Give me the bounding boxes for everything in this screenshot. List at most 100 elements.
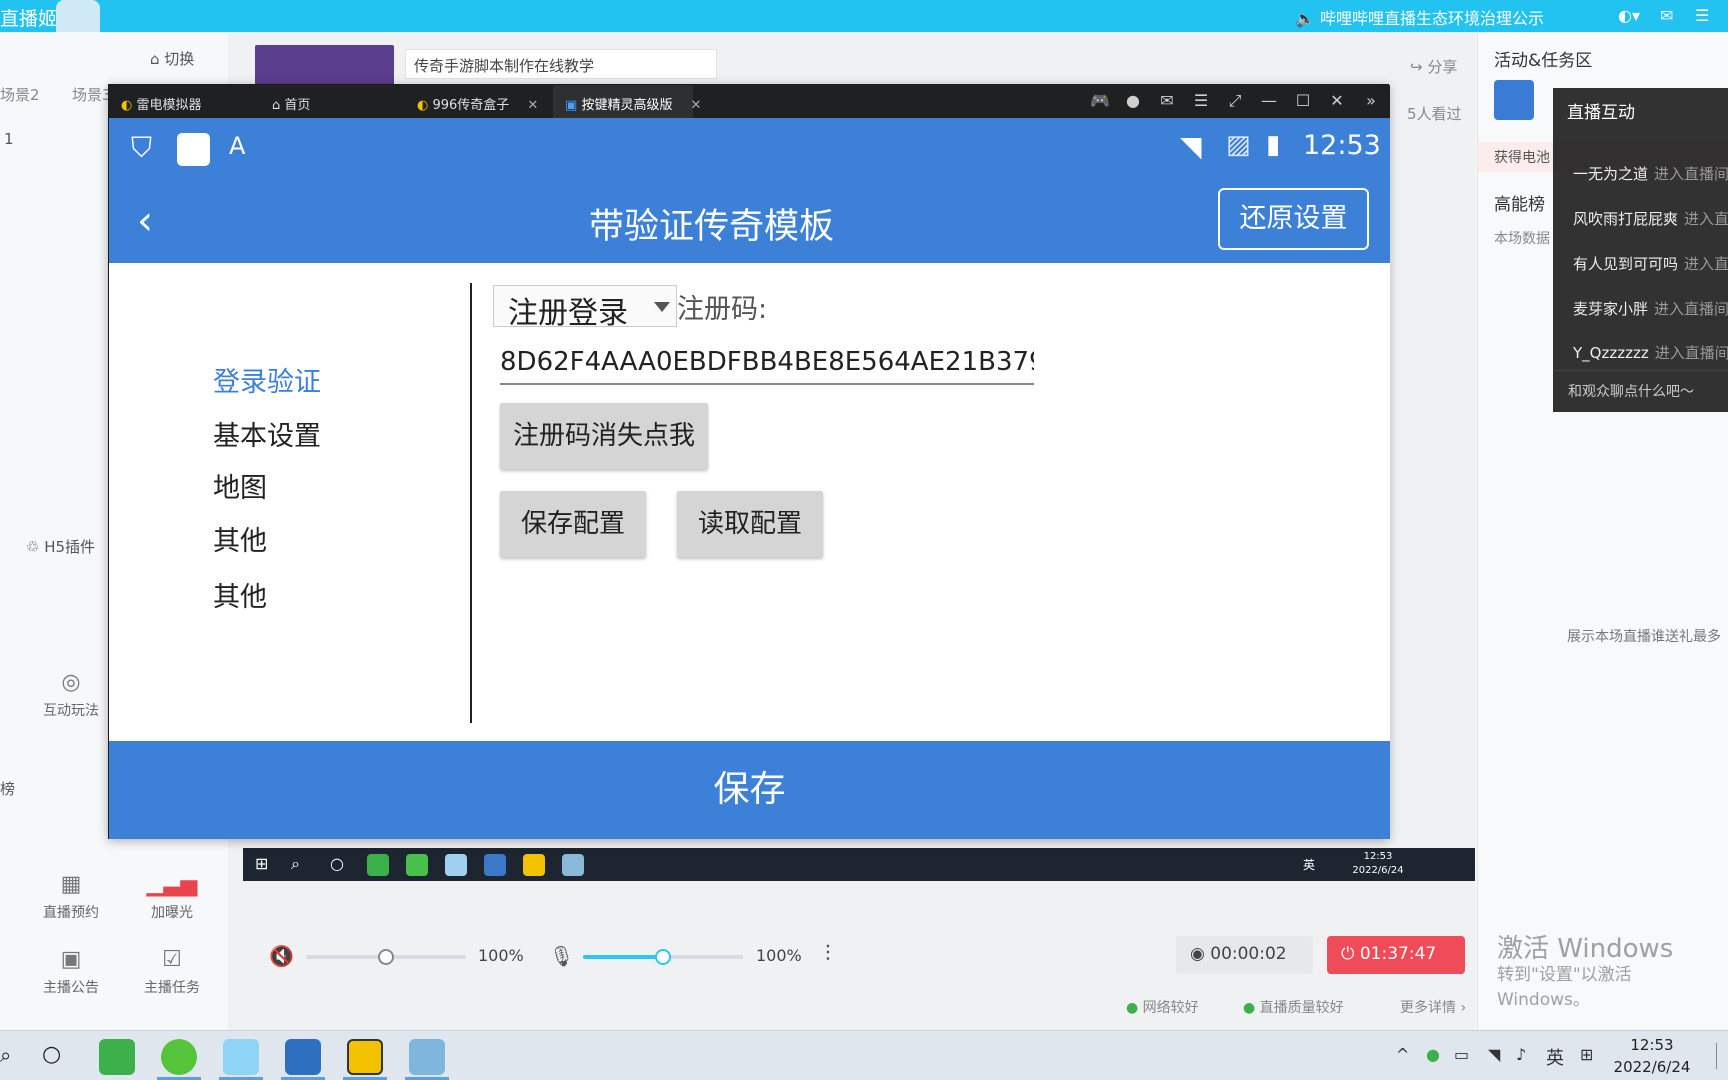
status-time: 12:53 <box>1303 130 1381 161</box>
show-desktop-button[interactable] <box>1716 1043 1728 1069</box>
captured-taskbar: ⊞ ⌕ ○ 英 12:53 2022/6/24 <box>243 848 1475 881</box>
menu-other-1[interactable]: 其他 <box>213 519 267 558</box>
mic-slider-knob[interactable] <box>655 949 671 965</box>
tray-speaker-icon[interactable]: ♪ <box>1516 1045 1526 1064</box>
mail-icon[interactable]: ✉ <box>1155 91 1179 110</box>
resize-icon[interactable]: ⤢ <box>1223 91 1247 111</box>
avatar-icon[interactable]: ◐▾ <box>1618 6 1640 25</box>
stop-live-button[interactable]: ⏻ 01:37:47 <box>1327 936 1465 974</box>
tray-battery-icon[interactable]: ▭ <box>1454 1045 1469 1064</box>
gift-hint: 展示本场直播谁送礼最多 <box>1567 629 1721 645</box>
mixer-icon[interactable]: ⫶ <box>825 942 831 967</box>
reg-code-vanish-button[interactable]: 注册码消失点我 <box>500 403 708 469</box>
network-status: ● 网络较好 <box>1126 1000 1199 1016</box>
chat-line: 一无为之道 进入直播间 <box>1573 165 1728 183</box>
search-icon[interactable]: ⌕ <box>0 1043 11 1067</box>
ime-mode-icon[interactable]: ⊞ <box>1580 1045 1593 1064</box>
tasks-button[interactable]: ☑ 主播任务 <box>132 947 212 997</box>
windows-taskbar: ⌕ ○ ^ ● ▭ ◥ ♪ 英 ⊞ 12:53 2022/6/24 <box>0 1030 1728 1080</box>
mascot-icon <box>56 0 100 32</box>
tab-emulator[interactable]: ◐ 雷电模拟器 <box>109 85 244 118</box>
bar-chart-icon: ▁▃▅ <box>146 872 198 897</box>
side-stub-label: 榜 <box>0 780 16 798</box>
chat-input[interactable]: 和观众聊点什么吧～ <box>1553 370 1728 412</box>
menu-map[interactable]: 地图 <box>213 466 267 505</box>
maximize-icon[interactable]: ☐ <box>1291 91 1315 110</box>
box-icon: ◐ <box>417 98 429 113</box>
close-icon[interactable]: ✕ <box>527 98 538 113</box>
volume-slider-knob[interactable] <box>378 949 394 965</box>
browser-icon <box>406 854 428 876</box>
volume-slider[interactable] <box>306 949 466 965</box>
tray-wifi-icon[interactable]: ◥ <box>1488 1045 1500 1064</box>
h5-plugin-button[interactable]: ♲ H5插件 <box>26 536 95 557</box>
share-button[interactable]: ↪ 分享 <box>1410 56 1457 77</box>
tray-browser-icon[interactable]: ● <box>1426 1045 1440 1064</box>
cortana-icon[interactable]: ○ <box>42 1042 61 1067</box>
ldplayer-icon[interactable] <box>347 1039 383 1075</box>
close-window-icon[interactable]: ✕ <box>1325 91 1349 110</box>
record-timer-button[interactable]: ◉ 00:00:02 <box>1176 936 1313 974</box>
menu-other-2[interactable]: 其他 <box>213 575 267 614</box>
wechat-icon <box>367 854 389 876</box>
activity-title: 活动&任务区 <box>1494 51 1593 71</box>
gamepad-icon[interactable]: 🎮 <box>1088 91 1112 110</box>
save-config-button[interactable]: 保存配置 <box>500 491 646 557</box>
tab-996-box[interactable]: ◐ 996传奇盒子 ✕ <box>405 85 545 118</box>
wechat-icon[interactable] <box>99 1039 135 1075</box>
stream-title[interactable]: 传奇手游脚本制作在线教学 <box>405 49 717 79</box>
chat-panel: 直播互动 一无为之道进入直播间 风吹雨打屁屁爽进入直播间 有人见到可可吗进入直播… <box>1553 88 1728 412</box>
restore-settings-button[interactable]: 还原设置 <box>1218 188 1369 250</box>
boost-button[interactable]: ▁▃▅ 加曝光 <box>132 872 212 922</box>
menu-login-verify[interactable]: 登录验证 <box>213 360 321 399</box>
scene-tab-3[interactable]: 场景3 <box>72 84 112 105</box>
tray-expand-icon[interactable]: ^ <box>1396 1045 1409 1064</box>
menu-icon[interactable]: ☰ <box>1189 91 1213 110</box>
ime-indicator[interactable]: 英 <box>1546 1044 1564 1070</box>
switch-button[interactable]: ⌂ 切换 <box>150 48 194 69</box>
mic-icon[interactable]: 🎙 <box>549 944 574 968</box>
activity-badge-icon[interactable] <box>1494 80 1534 120</box>
battery-icon: ▮ <box>1266 130 1281 160</box>
speaker-muted-icon[interactable]: 🔇 <box>269 944 294 968</box>
minimize-icon[interactable]: — <box>1257 91 1281 110</box>
mail-icon[interactable]: ✉ <box>1660 6 1673 25</box>
load-config-button[interactable]: 读取配置 <box>677 491 823 557</box>
checklist-icon: ☑ <box>162 947 182 972</box>
menu-basic-settings[interactable]: 基本设置 <box>213 414 321 453</box>
save-button[interactable]: 保存 <box>109 741 1390 839</box>
session-data-label: 本场数据 <box>1494 231 1550 247</box>
remote-desktop-icon[interactable] <box>285 1039 321 1075</box>
shield-play-icon: ⛉ <box>131 131 153 164</box>
more-details-link[interactable]: 更多详情 › <box>1400 997 1466 1017</box>
bilibili-live-icon[interactable] <box>223 1039 259 1075</box>
tab-home[interactable]: ⌂ 首页 <box>260 85 395 118</box>
notepad-icon[interactable] <box>409 1039 445 1075</box>
palette-icon: ◎ <box>61 670 81 695</box>
mic-slider[interactable] <box>583 949 743 965</box>
activation-watermark-sub: 转到"设置"以激活 Windows。 <box>1497 965 1632 1010</box>
close-icon[interactable]: ✕ <box>690 98 701 113</box>
inner-ime: 英 <box>1303 858 1316 872</box>
login-mode-select[interactable]: 注册登录 <box>493 285 677 331</box>
font-icon: A <box>229 132 246 160</box>
announcement-button[interactable]: ▣ 主播公告 <box>31 947 111 997</box>
power-icon: ⏻ <box>1341 944 1355 964</box>
live-reserve-button[interactable]: ▦ 直播预约 <box>31 872 111 922</box>
system-clock[interactable]: 12:53 2022/6/24 <box>1606 1034 1698 1078</box>
viewer-count: 5人看过 <box>1407 105 1462 123</box>
interactive-play-button[interactable]: ◎ 互动玩法 <box>31 670 111 720</box>
reg-code-input[interactable] <box>500 341 1034 385</box>
high-energy-title[interactable]: 高能榜 <box>1494 190 1545 215</box>
user-icon[interactable]: ● <box>1121 91 1145 110</box>
no-sim-icon: ▨ <box>1226 130 1251 160</box>
scene-tab-2[interactable]: 场景2 <box>0 84 40 105</box>
settings-content: 登录验证 基本设置 地图 其他 其他 注册登录 注册码: 注册码消失点我 保存配… <box>109 263 1390 741</box>
tab-anjian[interactable]: ▣ 按键精灵高级版 ✕ <box>553 85 701 118</box>
expand-sidebar-icon[interactable]: » <box>1359 91 1383 110</box>
home-icon: ⌂ <box>272 98 281 113</box>
browser-icon[interactable] <box>161 1039 197 1075</box>
notice-link[interactable]: 🔈 哔哩哔哩直播生态环境治理公示 <box>1295 5 1544 29</box>
windows-start-icon: ⊞ <box>255 854 269 873</box>
menu-icon[interactable]: ☰ <box>1695 6 1709 25</box>
